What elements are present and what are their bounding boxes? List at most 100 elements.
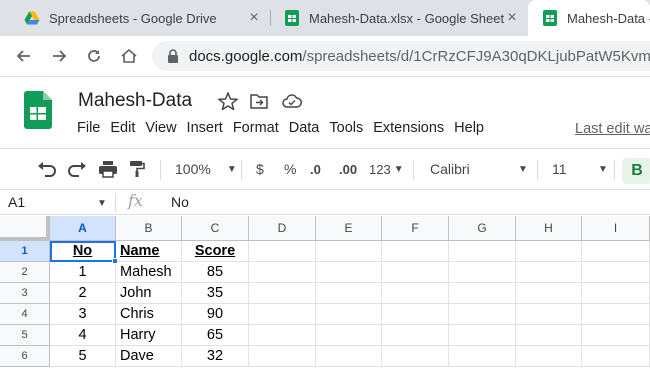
cell-a2[interactable]: 1 [50, 262, 116, 283]
cell-h2[interactable] [516, 262, 582, 283]
cell-a5[interactable]: 4 [50, 325, 116, 346]
browser-tab-active[interactable]: Mahesh-Data - Google Sheets [528, 0, 650, 36]
cell-i4[interactable] [582, 304, 650, 325]
reload-button[interactable] [82, 44, 106, 68]
menu-help[interactable]: Help [449, 120, 489, 140]
cell-d6[interactable] [249, 346, 316, 367]
cell-d5[interactable] [249, 325, 316, 346]
column-header-e[interactable]: E [316, 216, 382, 241]
cell-b3[interactable]: John [116, 283, 182, 304]
menu-file[interactable]: File [72, 120, 105, 140]
cell-c5[interactable]: 65 [182, 325, 249, 346]
cell-f6[interactable] [382, 346, 449, 367]
cloud-saved-icon[interactable] [282, 92, 302, 110]
column-header-i[interactable]: I [582, 216, 650, 241]
increase-decimal-button[interactable]: .00 [339, 158, 357, 180]
paint-format-button[interactable] [128, 158, 146, 180]
cell-h6[interactable] [516, 346, 582, 367]
cell-g3[interactable] [449, 283, 516, 304]
cell-i6[interactable] [582, 346, 650, 367]
menu-edit[interactable]: Edit [105, 120, 140, 140]
cell-a6[interactable]: 5 [50, 346, 116, 367]
cell-h4[interactable] [516, 304, 582, 325]
cell-i1[interactable] [582, 241, 650, 262]
column-header-h[interactable]: H [516, 216, 582, 241]
cell-c3[interactable]: 35 [182, 283, 249, 304]
column-header-c[interactable]: C [182, 216, 249, 241]
cell-i2[interactable] [582, 262, 650, 283]
column-header-d[interactable]: D [249, 216, 316, 241]
cell-a3[interactable]: 2 [50, 283, 116, 304]
cell-f2[interactable] [382, 262, 449, 283]
cell-g2[interactable] [449, 262, 516, 283]
back-button[interactable] [12, 44, 36, 68]
bold-button[interactable]: B [622, 158, 650, 184]
forward-button[interactable] [47, 44, 71, 68]
cell-b1[interactable]: Name [116, 241, 182, 262]
cell-c6[interactable]: 32 [182, 346, 249, 367]
cell-g1[interactable] [449, 241, 516, 262]
menu-data[interactable]: Data [284, 120, 325, 140]
cell-e5[interactable] [316, 325, 382, 346]
name-box[interactable]: A1 [8, 194, 25, 210]
print-button[interactable] [98, 158, 118, 180]
cell-e4[interactable] [316, 304, 382, 325]
cell-b4[interactable]: Chris [116, 304, 182, 325]
cell-h3[interactable] [516, 283, 582, 304]
cell-i3[interactable] [582, 283, 650, 304]
cell-f5[interactable] [382, 325, 449, 346]
cell-g5[interactable] [449, 325, 516, 346]
row-header-2[interactable]: 2 [0, 262, 50, 283]
last-edit-link[interactable]: Last edit wa [575, 121, 650, 137]
cell-h1[interactable] [516, 241, 582, 262]
cell-b6[interactable]: Dave [116, 346, 182, 367]
cell-c2[interactable]: 85 [182, 262, 249, 283]
formula-input[interactable]: No [171, 194, 189, 210]
undo-button[interactable] [37, 158, 57, 180]
menu-format[interactable]: Format [228, 120, 284, 140]
cell-i5[interactable] [582, 325, 650, 346]
cell-e1[interactable] [316, 241, 382, 262]
zoom-select[interactable]: 100% ▼ [175, 158, 237, 180]
cell-b2[interactable]: Mahesh [116, 262, 182, 283]
column-header-b[interactable]: B [116, 216, 182, 241]
move-folder-icon[interactable] [249, 92, 269, 110]
cell-c1[interactable]: Score [182, 241, 249, 262]
row-header-5[interactable]: 5 [0, 325, 50, 346]
star-icon[interactable] [218, 92, 238, 110]
row-header-4[interactable]: 4 [0, 304, 50, 325]
cell-d1[interactable] [249, 241, 316, 262]
spreadsheet-grid[interactable]: A B C D E F G H I 1 No Name Score 2 1 Mahesh 85 3 2 John 35 4… [0, 216, 650, 368]
row-header-3[interactable]: 3 [0, 283, 50, 304]
column-header-f[interactable]: F [382, 216, 449, 241]
cell-d4[interactable] [249, 304, 316, 325]
browser-tab-drive[interactable]: Spreadsheets - Google Drive × [0, 0, 270, 36]
cell-b5[interactable]: Harry [116, 325, 182, 346]
cell-e6[interactable] [316, 346, 382, 367]
menu-insert[interactable]: Insert [182, 120, 228, 140]
percent-format-button[interactable]: % [284, 158, 296, 180]
row-header-6[interactable]: 6 [0, 346, 50, 367]
home-button[interactable] [117, 44, 141, 68]
google-sheets-logo-icon[interactable] [24, 91, 52, 129]
cell-e2[interactable] [316, 262, 382, 283]
cell-f4[interactable] [382, 304, 449, 325]
column-header-g[interactable]: G [449, 216, 516, 241]
redo-button[interactable] [67, 158, 87, 180]
caret-down-icon[interactable]: ▼ [97, 198, 107, 209]
cell-a4[interactable]: 3 [50, 304, 116, 325]
fill-handle[interactable] [112, 258, 118, 264]
browser-tab-xlsx[interactable]: Mahesh-Data.xlsx - Google Sheets × [260, 0, 528, 36]
document-title[interactable]: Mahesh-Data [78, 90, 192, 112]
cell-c4[interactable]: 90 [182, 304, 249, 325]
close-icon[interactable]: × [504, 9, 520, 27]
more-formats-button[interactable]: 123 ▼ [369, 158, 404, 180]
select-all-corner[interactable] [0, 216, 50, 241]
font-size-select[interactable]: 11 ▼ [552, 158, 608, 180]
cell-g6[interactable] [449, 346, 516, 367]
menu-tools[interactable]: Tools [324, 120, 368, 140]
cell-f3[interactable] [382, 283, 449, 304]
address-bar[interactable]: docs.google.com/spreadsheets/d/1CrRzCFJ9… [152, 41, 650, 71]
cell-f1[interactable] [382, 241, 449, 262]
cell-h5[interactable] [516, 325, 582, 346]
